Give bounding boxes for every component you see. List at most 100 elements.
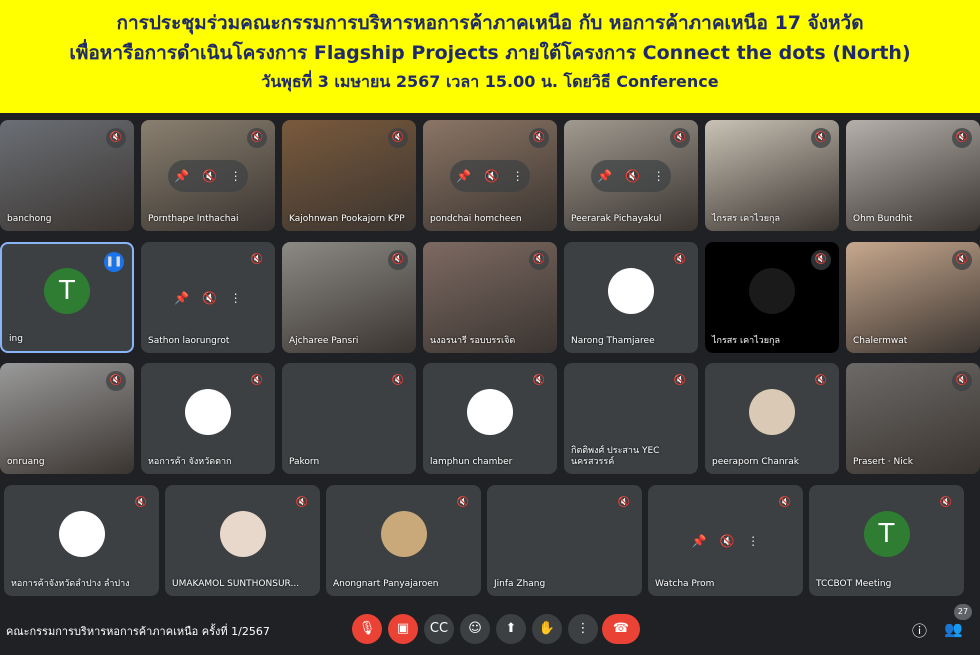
- participant-tile[interactable]: T ❚❚ ing: [0, 242, 134, 353]
- participant-tile[interactable]: 🔇 นงอรนารี รอบบรรเจิด: [423, 242, 557, 353]
- mute-icon[interactable]: 🔇: [202, 169, 217, 183]
- participant-name: lamphun chamber: [430, 457, 513, 467]
- muted-mic-icon: 🔇: [247, 128, 267, 148]
- muted-mic-icon: 🔇: [453, 493, 473, 513]
- participant-tile[interactable]: 🔇 📌 🔇 ⋮ Watcha Prom: [648, 485, 803, 596]
- participant-tile[interactable]: T 🔇 TCCBOT Meeting: [809, 485, 964, 596]
- participant-name: Pornthape Inthachai: [148, 214, 239, 224]
- avatar: [58, 510, 105, 557]
- muted-mic-icon: 🔇: [529, 371, 549, 391]
- avatar: [608, 267, 654, 314]
- mute-icon[interactable]: 🔇: [484, 169, 499, 183]
- muted-mic-icon: 🔇: [247, 371, 267, 391]
- muted-mic-icon: 🔇: [811, 250, 831, 270]
- pin-icon[interactable]: 📌: [174, 291, 189, 305]
- mic-off-button[interactable]: 🎙: [352, 614, 382, 644]
- participant-tile[interactable]: 🔇 หอการค้า จังหวัดตาก: [141, 363, 275, 474]
- participant-tile[interactable]: 🔇 Narong Thamjaree: [564, 242, 698, 353]
- participant-tile[interactable]: 🔇 Chalermwat: [846, 242, 980, 353]
- emoji-button[interactable]: ☺: [460, 614, 490, 644]
- participant-name: กิตติพงศ์ ประสาน YEC นครสวรรค์: [571, 446, 660, 467]
- participant-name: Sathon laorungrot: [148, 336, 230, 346]
- participant-name: Watcha Prom: [655, 579, 715, 589]
- participant-name: Ajcharee Pansri: [289, 336, 359, 346]
- participant-name: ing: [9, 334, 23, 344]
- tile-hover-controls[interactable]: 📌 🔇 ⋮: [450, 159, 530, 192]
- participant-name: นงอรนารี รอบบรรเจิด: [430, 336, 516, 346]
- muted-mic-icon: 🔇: [247, 250, 267, 270]
- participant-tile[interactable]: 🔇 UMAKAMOL SUNTHONSUR...: [165, 485, 320, 596]
- participant-tile[interactable]: 🔇 Ohm Bundhit: [846, 120, 980, 231]
- muted-mic-icon: 🔇: [106, 371, 126, 391]
- pin-icon[interactable]: 📌: [174, 169, 189, 183]
- info-icon[interactable]: ⓘ: [912, 620, 927, 641]
- muted-mic-icon: 🔇: [811, 371, 831, 391]
- avatar: [749, 388, 795, 435]
- raise-hand-button[interactable]: ✋: [532, 614, 562, 644]
- mute-icon[interactable]: 🔇: [719, 534, 734, 548]
- more-icon[interactable]: ⋮: [747, 534, 759, 548]
- participant-tile[interactable]: 🔇 📌 🔇 ⋮ Sathon laorungrot: [141, 242, 275, 353]
- muted-mic-icon: 🔇: [952, 250, 972, 270]
- participant-tile[interactable]: 🔇 Pakorn: [282, 363, 416, 474]
- muted-mic-icon: 🔇: [952, 371, 972, 391]
- banner-line-3: วันพุธที่ 3 เมษายน 2567 เวลา 15.00 น. โด…: [261, 72, 719, 91]
- participant-name: Kajohnwan Pookajorn KPP: [289, 214, 405, 224]
- muted-mic-icon: 🔇: [670, 250, 690, 270]
- participant-tile[interactable]: 🔇 Kajohnwan Pookajorn KPP: [282, 120, 416, 231]
- tile-hover-controls[interactable]: 📌 🔇 ⋮: [685, 524, 766, 557]
- participant-tile[interactable]: 🔇 ไกรสร เคาไวยกุล: [705, 120, 839, 231]
- participant-tile[interactable]: 🔇 หอการค้าจังหวัดลำปาง ลำปาง: [4, 485, 159, 596]
- more-icon[interactable]: ⋮: [230, 291, 242, 305]
- people-icon[interactable]: 👥: [944, 620, 963, 638]
- participant-tile[interactable]: 🔇 Ajcharee Pansri: [282, 242, 416, 353]
- participant-name: Ohm Bundhit: [853, 214, 913, 224]
- mute-icon[interactable]: 🔇: [625, 169, 640, 183]
- participant-tile[interactable]: 🔇 Prasert · Nick: [846, 363, 980, 474]
- camera-off-button[interactable]: ▣: [388, 614, 418, 644]
- participant-name: peeraporn Chanrak: [712, 457, 799, 467]
- tile-hover-controls[interactable]: 📌 🔇 ⋮: [168, 281, 248, 314]
- participant-tile[interactable]: 🔇 Jinfa Zhang: [487, 485, 642, 596]
- muted-mic-icon: 🔇: [811, 128, 831, 148]
- muted-mic-icon: 🔇: [775, 493, 795, 513]
- avatar: [380, 510, 427, 557]
- pin-icon[interactable]: 📌: [692, 534, 707, 548]
- participant-tile[interactable]: 🔇 banchong: [0, 120, 134, 231]
- participant-count-badge: 27: [954, 604, 972, 620]
- participant-tile[interactable]: 🔇 peeraporn Chanrak: [705, 363, 839, 474]
- participant-tile[interactable]: 🔇 onruang: [0, 363, 134, 474]
- participant-tile[interactable]: 🔇 lamphun chamber: [423, 363, 557, 474]
- end-call-button[interactable]: ☎: [602, 614, 640, 644]
- participant-tile[interactable]: 🔇 ไกรสร เคาไวยกุล: [705, 242, 839, 353]
- more-icon[interactable]: ⋮: [512, 169, 524, 183]
- avatar: [749, 267, 795, 314]
- muted-mic-icon: 🔇: [388, 250, 408, 270]
- participant-name: TCCBOT Meeting: [816, 579, 892, 589]
- muted-mic-icon: 🔇: [106, 128, 126, 148]
- participant-name: ไกรสร เคาไวยกุล: [712, 214, 780, 224]
- avatar: T: [44, 268, 90, 315]
- participant-tile[interactable]: 🔇 📌 🔇 ⋮ pondchai homcheen: [423, 120, 557, 231]
- mute-icon[interactable]: 🔇: [202, 291, 217, 305]
- tile-hover-controls[interactable]: 📌 🔇 ⋮: [168, 159, 248, 192]
- participant-name: หอการค้า จังหวัดตาก: [148, 457, 232, 467]
- participant-tile[interactable]: 🔇 กิตติพงศ์ ประสาน YEC นครสวรรค์: [564, 363, 698, 474]
- pin-icon[interactable]: 📌: [597, 169, 612, 183]
- captions-button[interactable]: CC: [424, 614, 454, 644]
- muted-mic-icon: 🔇: [670, 128, 690, 148]
- meeting-banner: การประชุมร่วมคณะกรรมการบริหารหอการค้าภาค…: [0, 0, 980, 113]
- participant-name: ไกรสร เคาไวยกุล: [712, 336, 780, 346]
- tile-hover-controls[interactable]: 📌 🔇 ⋮: [591, 159, 671, 192]
- participant-tile[interactable]: 🔇 Anongnart Panyajaroen: [326, 485, 481, 596]
- participant-name: Peerarak Pichayakul: [571, 214, 662, 224]
- banner-line-1: การประชุมร่วมคณะกรรมการบริหารหอการค้าภาค…: [116, 12, 864, 34]
- participant-tile[interactable]: 🔇 📌 🔇 ⋮ Peerarak Pichayakul: [564, 120, 698, 231]
- participant-tile[interactable]: 🔇 📌 🔇 ⋮ Pornthape Inthachai: [141, 120, 275, 231]
- more-icon[interactable]: ⋮: [653, 169, 665, 183]
- participant-name: Narong Thamjaree: [571, 336, 655, 346]
- more-options-button[interactable]: ⋮: [568, 614, 598, 644]
- pin-icon[interactable]: 📌: [456, 169, 471, 183]
- present-button[interactable]: ⬆: [496, 614, 526, 644]
- more-icon[interactable]: ⋮: [230, 169, 242, 183]
